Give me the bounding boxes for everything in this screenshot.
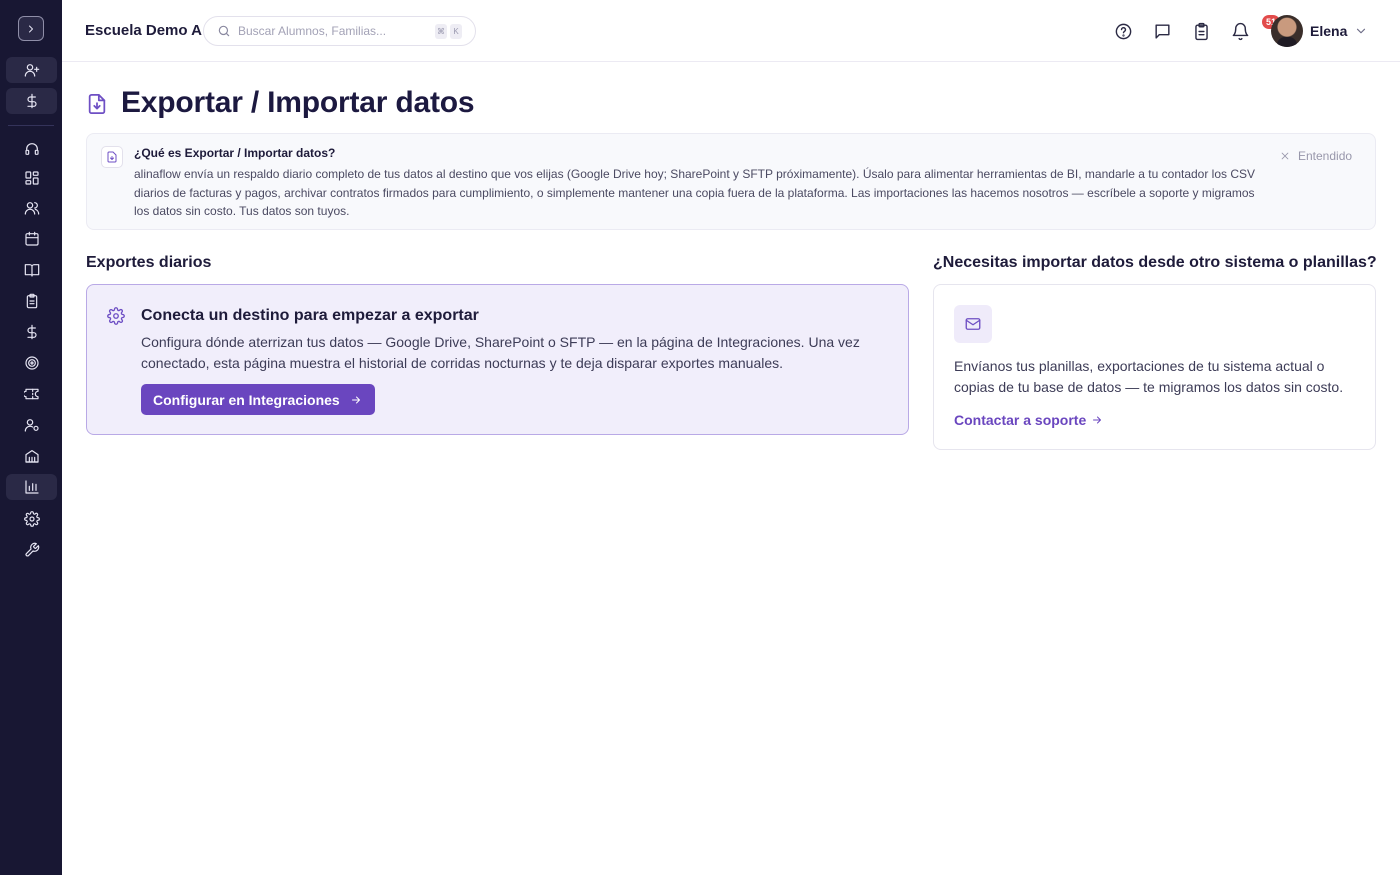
headset-icon	[24, 143, 39, 155]
school-name[interactable]: Escuela Demo A	[85, 22, 202, 39]
chevron-right-icon	[29, 25, 33, 32]
sidebar-item-goals[interactable]	[6, 350, 57, 376]
search-icon	[218, 25, 230, 37]
sidebar-item-settings[interactable]	[6, 506, 57, 532]
sidebar-item-add-student[interactable]	[6, 57, 57, 83]
contact-support-link[interactable]: Contactar a soporte	[954, 412, 1103, 428]
help-icon	[1115, 23, 1131, 39]
file-export-icon	[86, 92, 108, 116]
sidebar-item-user-settings[interactable]	[6, 412, 57, 438]
avatar[interactable]	[1271, 15, 1303, 47]
page-title: Exportar / Importar datos	[121, 86, 475, 119]
dollar-icon	[26, 324, 37, 340]
file-download-icon	[101, 146, 123, 168]
notifications-button[interactable]	[1229, 20, 1251, 42]
book-icon	[24, 264, 39, 277]
sidebar-item-dashboard[interactable]	[6, 165, 57, 191]
messages-button[interactable]	[1151, 20, 1173, 42]
sidebar-item-calendar[interactable]	[6, 226, 57, 252]
sidebar-item-support[interactable]	[6, 136, 57, 162]
dollar-icon	[26, 93, 37, 109]
sidebar-item-book[interactable]	[6, 257, 57, 283]
info-title: ¿Qué es Exportar / Importar datos?	[134, 146, 336, 160]
import-description: Envíanos tus planillas, exportaciones de…	[954, 358, 1344, 395]
clipboard-icon	[26, 293, 37, 309]
ticket-icon	[23, 388, 39, 400]
sidebar-item-users[interactable]	[6, 195, 57, 221]
configure-integrations-button[interactable]: Configurar en Integraciones	[141, 384, 375, 415]
dashboard-icon	[24, 171, 39, 185]
sidebar-toggle-button[interactable]	[18, 16, 44, 41]
contact-support-label: Contactar a soporte	[954, 412, 1087, 428]
tasks-button[interactable]	[1190, 20, 1212, 42]
sidebar-item-tools[interactable]	[6, 537, 57, 563]
help-button[interactable]	[1112, 20, 1134, 42]
exports-section-title: Exportes diarios	[86, 254, 212, 271]
configure-integrations-label: Configurar en Integraciones	[153, 391, 340, 408]
building-icon	[24, 450, 39, 463]
sidebar-item-reports[interactable]	[6, 474, 57, 500]
close-icon	[1281, 152, 1289, 160]
user-name[interactable]: Elena	[1310, 23, 1347, 39]
dismiss-label: Entendido	[1298, 149, 1353, 163]
arrow-right-icon	[351, 396, 360, 403]
sidebar-item-billing[interactable]	[6, 319, 57, 345]
calendar-icon	[24, 231, 39, 246]
target-icon	[24, 356, 39, 370]
user-menu-toggle[interactable]	[1354, 24, 1368, 38]
export-card-description: Configura dónde aterrizan tus datos — Go…	[141, 334, 860, 371]
sidebar-item-payment[interactable]	[6, 88, 57, 114]
mail-icon	[954, 305, 992, 343]
sidebar-divider	[8, 125, 54, 126]
gear-icon	[107, 307, 125, 325]
imports-section-title: ¿Necesitas importar datos desde otro sis…	[933, 254, 1377, 271]
chat-icon	[1154, 23, 1170, 39]
gear-icon	[23, 511, 40, 527]
sidebar-item-tickets[interactable]	[6, 381, 57, 407]
export-card-title: Conecta un destino para empezar a export…	[141, 307, 479, 324]
shortcut-key-cmd: ⌘	[435, 24, 447, 39]
bell-icon	[1232, 22, 1248, 40]
top-header: Escuela Demo A ⌘ K 51 Elena	[62, 0, 1400, 62]
bar-chart-icon	[24, 480, 39, 494]
sidebar-item-buildings[interactable]	[6, 443, 57, 469]
sidebar	[0, 0, 62, 875]
import-card: Envíanos tus planillas, exportaciones de…	[933, 284, 1376, 450]
arrow-right-icon	[1093, 416, 1102, 424]
info-body: alinaflow envía un respaldo diario compl…	[134, 167, 1256, 218]
shortcut-key-k: K	[450, 24, 462, 39]
dismiss-button[interactable]: Entendido	[1280, 149, 1352, 163]
chevron-down-icon	[1356, 28, 1366, 34]
search-bar[interactable]: ⌘ K	[203, 16, 476, 46]
users-icon	[24, 202, 39, 215]
user-settings-icon	[24, 419, 39, 432]
search-input[interactable]	[238, 24, 428, 38]
clipboard-icon	[1194, 22, 1208, 40]
sidebar-item-clipboard[interactable]	[6, 288, 57, 314]
info-banner: ¿Qué es Exportar / Importar datos? alina…	[86, 133, 1376, 230]
wrench-icon	[24, 542, 39, 557]
user-plus-icon	[24, 64, 39, 77]
export-card: Conecta un destino para empezar a export…	[86, 284, 909, 435]
